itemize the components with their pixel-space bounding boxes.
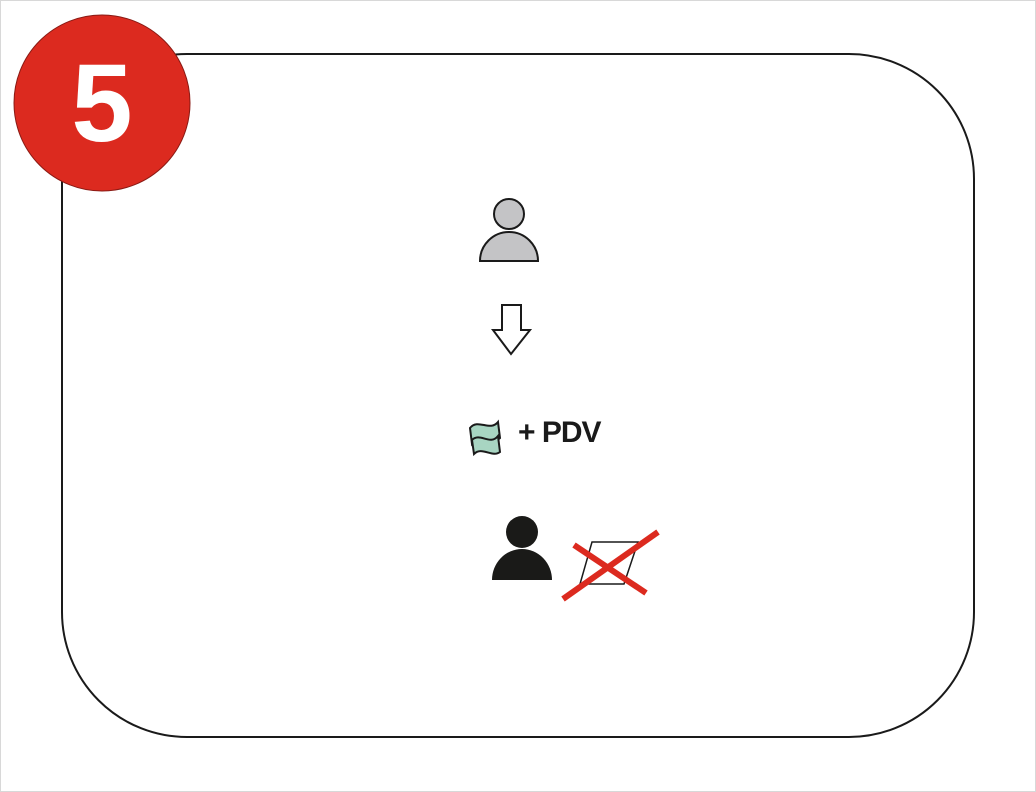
money-icon — [468, 419, 502, 457]
person-icon-black — [492, 516, 552, 580]
plus-vat-label: + PDV — [518, 416, 602, 449]
arrow-down-icon — [491, 304, 533, 356]
person-icon-gray — [478, 198, 540, 262]
step-card — [61, 53, 975, 738]
step-number: 5 — [71, 42, 133, 165]
crossed-out-parallelogram-icon — [561, 529, 660, 602]
